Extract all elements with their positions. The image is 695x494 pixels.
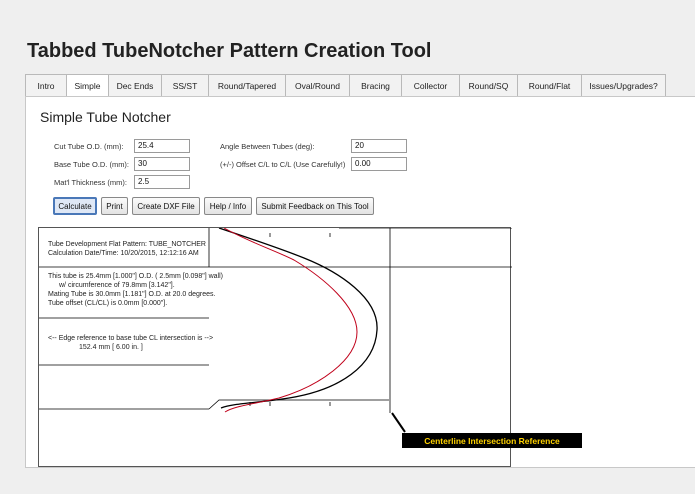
centerline-reference-label: Centerline Intersection Reference — [402, 433, 582, 448]
tab-issues-upgrades[interactable]: Issues/Upgrades? — [582, 74, 666, 97]
pattern-tick-marks — [249, 233, 331, 406]
tab-round-sq[interactable]: Round/SQ — [460, 74, 518, 97]
pattern-info-line2: w/ circumference of 79.8mm [3.142"]. — [59, 282, 175, 289]
tab-round-flat[interactable]: Round/Flat — [518, 74, 582, 97]
angle-label: Angle Between Tubes (deg): — [220, 142, 315, 151]
tab-oval-round[interactable]: Oval/Round — [286, 74, 350, 97]
tab-round-tapered[interactable]: Round/Tapered — [209, 74, 286, 97]
cut-tube-od-label: Cut Tube O.D. (mm): — [54, 142, 124, 151]
app-title: Tabbed TubeNotcher Pattern Creation Tool — [27, 40, 432, 62]
tab-dec-ends[interactable]: Dec Ends — [109, 74, 162, 97]
inner-notch-curve — [223, 228, 358, 413]
pattern-title-text: Tube Development Flat Pattern: TUBE_NOTC… — [48, 241, 206, 248]
cut-tube-od-input[interactable]: 25.4 — [134, 139, 190, 153]
submit-feedback-button[interactable]: Submit Feedback on This Tool — [256, 197, 374, 215]
matl-thickness-label: Mat'l Thickness (mm): — [54, 178, 127, 187]
print-button[interactable]: Print — [101, 197, 128, 215]
matl-thickness-input[interactable]: 2.5 — [134, 175, 190, 189]
tab-bar: Intro Simple Dec Ends SS/ST Round/Tapere… — [25, 74, 695, 97]
reference-leader-line — [391, 412, 406, 433]
tab-bracing[interactable]: Bracing — [350, 74, 402, 97]
offset-input[interactable]: 0.00 — [351, 157, 407, 171]
pattern-info-line4: Tube offset (CL/CL) is 0.0mm [0.000"]. — [48, 300, 168, 307]
angle-input[interactable]: 20 — [351, 139, 407, 153]
help-info-button[interactable]: Help / Info — [204, 197, 252, 215]
flat-pattern-canvas: Tube Development Flat Pattern: TUBE_NOTC… — [38, 227, 512, 467]
tab-intro[interactable]: Intro — [25, 74, 67, 97]
base-tube-od-label: Base Tube O.D. (mm): — [54, 160, 130, 169]
tab-bar-filler — [666, 74, 695, 97]
base-tube-od-input[interactable]: 30 — [134, 157, 190, 171]
edge-distance-text: 152.4 mm [ 6.00 in. ] — [79, 344, 143, 351]
pattern-info-line3: Mating Tube is 30.0mm [1.181"] O.D. at 2… — [48, 291, 216, 298]
create-dxf-button[interactable]: Create DXF File — [132, 197, 200, 215]
tab-simple[interactable]: Simple — [67, 74, 109, 97]
pattern-date-text: Calculation Date/Time: 10/20/2015, 12:12… — [48, 250, 199, 257]
calculate-button[interactable]: Calculate — [53, 197, 97, 215]
outer-notch-curve — [218, 228, 378, 409]
section-title: Simple Tube Notcher — [40, 109, 171, 125]
offset-label: (+/-) Offset C/L to C/L (Use Carefully!) — [220, 160, 346, 169]
tab-collector[interactable]: Collector — [402, 74, 460, 97]
pattern-info-line1: This tube is 25.4mm [1.000"] O.D. ( 2.5m… — [48, 273, 223, 280]
edge-reference-text: <-- Edge reference to base tube CL inter… — [48, 335, 214, 342]
tab-ss-st[interactable]: SS/ST — [162, 74, 209, 97]
